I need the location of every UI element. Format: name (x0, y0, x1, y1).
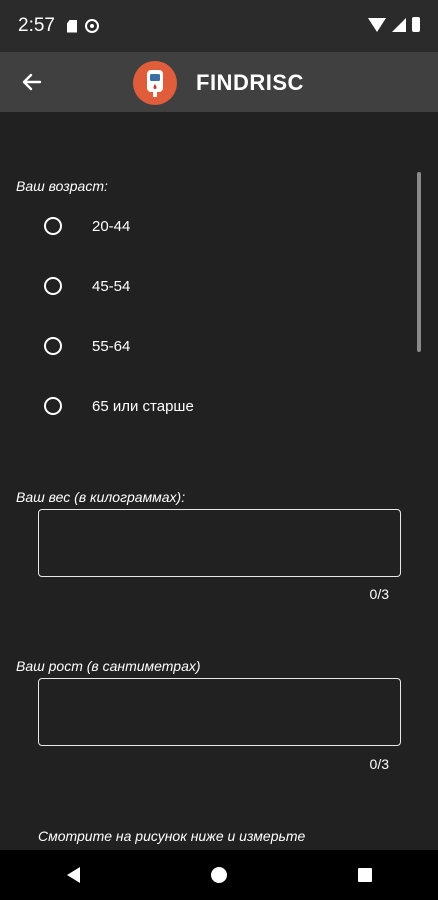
height-input[interactable] (38, 678, 401, 746)
app-title: FINDRISC (196, 70, 304, 95)
age-option-65-plus[interactable]: 65 или старше (44, 391, 194, 421)
weight-input[interactable] (38, 509, 401, 577)
glucometer-icon (147, 70, 163, 97)
age-option-label: 65 или старше (92, 397, 194, 415)
nav-home-button[interactable] (189, 855, 249, 895)
age-option-20-44[interactable]: 20-44 (44, 211, 130, 241)
measurement-hint: Смотрите на рисунок ниже и измерьте (38, 828, 306, 844)
wifi-icon (368, 17, 386, 32)
scrollbar[interactable] (417, 172, 421, 352)
weight-char-counter: 0/3 (369, 586, 389, 602)
age-option-label: 55-64 (92, 337, 131, 355)
radio-button[interactable] (44, 397, 62, 415)
age-option-45-54[interactable]: 45-54 (44, 271, 130, 301)
form-content[interactable]: Ваш возраст: 20-44 45-54 55-64 65 или ст… (0, 112, 438, 850)
sd-card-icon (66, 19, 77, 33)
status-notification-icons (66, 19, 99, 33)
status-time: 2:57 (18, 15, 55, 36)
age-option-label: 20-44 (92, 217, 131, 235)
status-bar: 2:57 (0, 0, 438, 52)
battery-icon (412, 17, 420, 32)
weight-question-label: Ваш вес (в килограммах): (16, 489, 186, 505)
height-char-counter: 0/3 (369, 756, 389, 772)
signal-icon (392, 17, 406, 32)
app-bar: FINDRISC (0, 52, 438, 112)
radio-button[interactable] (44, 217, 62, 235)
square-recents-icon (358, 868, 372, 882)
nav-back-button[interactable] (43, 855, 103, 895)
age-option-55-64[interactable]: 55-64 (44, 331, 130, 361)
radio-button[interactable] (44, 277, 62, 295)
height-question-label: Ваш рост (в сантиметрах) (16, 658, 201, 674)
cast-icon (84, 19, 99, 33)
back-button[interactable] (18, 68, 46, 96)
age-question-label: Ваш возраст: (16, 178, 108, 194)
triangle-back-icon (66, 867, 80, 883)
system-navigation-bar (0, 850, 438, 900)
status-system-icons (368, 17, 420, 32)
radio-button[interactable] (44, 337, 62, 355)
app-logo (133, 61, 177, 105)
circle-home-icon (211, 867, 227, 883)
arrow-left-icon (22, 73, 42, 91)
nav-recents-button[interactable] (335, 855, 395, 895)
age-option-label: 45-54 (92, 277, 131, 295)
